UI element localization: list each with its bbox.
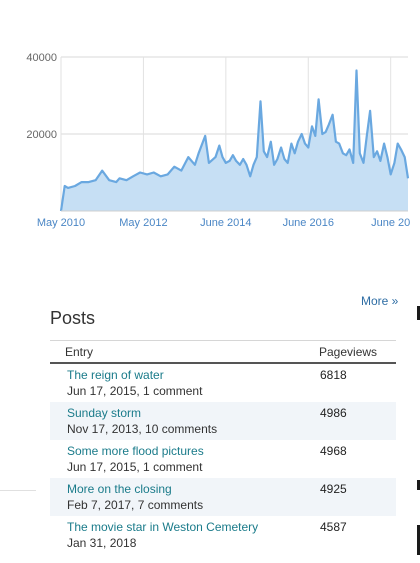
table-row: The movie star in Weston Cemetery Jan 31… [50, 516, 396, 554]
posts-heading: Posts [50, 308, 96, 328]
post-meta: Nov 17, 2013, 10 comments [67, 422, 218, 436]
pageview-count: 4587 [320, 520, 347, 534]
post-link[interactable]: Some more flood pictures [67, 444, 204, 458]
entry-column-header: Entry [65, 345, 94, 359]
pageview-count: 6818 [320, 368, 347, 382]
x-tick-label: June 20 [371, 217, 410, 229]
table-header: Entry Pageviews [50, 340, 396, 364]
table-row: The reign of water Jun 17, 2015, 1 comme… [50, 364, 396, 402]
y-tick-label: 40000 [26, 52, 57, 64]
pageview-count: 4986 [320, 406, 347, 420]
post-link[interactable]: More on the closing [67, 482, 172, 496]
post-meta: Jun 17, 2015, 1 comment [67, 384, 203, 398]
pageview-count: 4925 [320, 482, 347, 496]
x-tick-label: May 2010 [37, 217, 85, 229]
pageviews-column-header: Pageviews [319, 345, 378, 359]
post-link[interactable]: The movie star in Weston Cemetery [67, 520, 258, 534]
pageviews-chart: 40000 20000 May 2010 May 2012 June 2014 June … [26, 52, 410, 229]
x-tick-label: June 2016 [283, 217, 334, 229]
post-link[interactable]: The reign of water [67, 368, 164, 382]
post-meta: Jun 17, 2015, 1 comment [67, 460, 203, 474]
divider [0, 490, 36, 491]
x-tick-label: May 2012 [119, 217, 167, 229]
more-link[interactable]: More » [361, 294, 398, 308]
post-meta: Jan 31, 2018 [67, 536, 137, 550]
y-tick-label: 20000 [26, 129, 57, 141]
table-row: More on the closing Feb 7, 2017, 7 comme… [50, 478, 396, 516]
table-row: Some more flood pictures Jun 17, 2015, 1… [50, 440, 396, 478]
x-tick-label: June 2014 [200, 217, 251, 229]
posts-table: Entry Pageviews The reign of water Jun 1… [50, 340, 396, 554]
post-link[interactable]: Sunday storm [67, 406, 141, 420]
table-row: Sunday storm Nov 17, 2013, 10 comments 4… [50, 402, 396, 440]
post-meta: Feb 7, 2017, 7 comments [67, 498, 204, 512]
pageview-count: 4968 [320, 444, 347, 458]
